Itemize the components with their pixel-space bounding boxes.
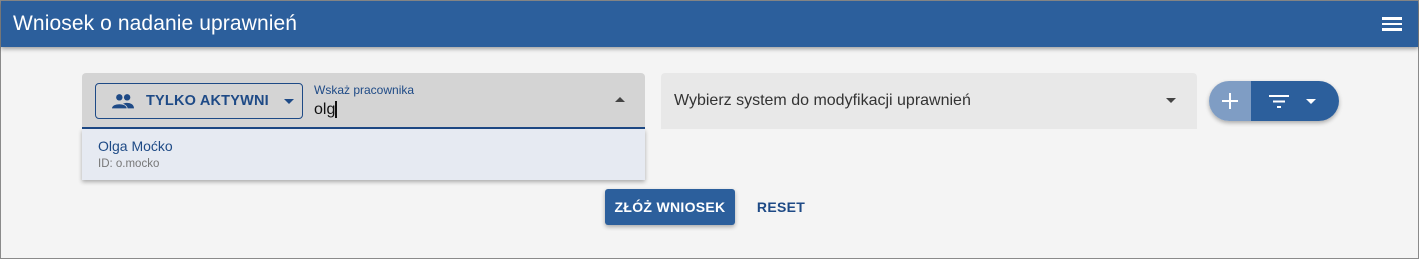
reset-button[interactable]: RESET — [749, 189, 813, 225]
system-select-placeholder: Wybierz system do modyfikacji uprawnień — [674, 92, 971, 109]
page-title: Wniosek o nadanie uprawnień — [13, 12, 298, 35]
submit-request-button[interactable]: ZŁÓŻ WNIOSEK — [605, 189, 735, 225]
chevron-down-icon — [1166, 98, 1176, 103]
action-button-group — [1209, 81, 1339, 121]
hamburger-menu-icon[interactable] — [1382, 14, 1404, 34]
filter-list-icon — [1269, 94, 1289, 108]
employee-option-id: ID: o.mocko — [98, 158, 160, 170]
employee-option-name: Olga Moćko — [98, 138, 173, 154]
plus-icon — [1222, 93, 1238, 109]
chevron-up-icon[interactable] — [615, 97, 625, 102]
employee-field-label: Wskaż pracownika — [314, 83, 415, 97]
employee-option[interactable]: Olga Moćko ID: o.mocko — [82, 129, 645, 180]
text-cursor — [335, 101, 337, 118]
chevron-down-icon — [1306, 98, 1316, 104]
filter-menu-button[interactable] — [1251, 81, 1339, 121]
people-icon — [112, 94, 134, 109]
active-only-label: TYLKO AKTYWNI — [146, 93, 269, 109]
system-select[interactable]: Wybierz system do modyfikacji uprawnień — [661, 73, 1197, 129]
chevron-down-icon — [283, 98, 294, 104]
active-only-toggle-button[interactable]: TYLKO AKTYWNI — [95, 83, 303, 119]
add-button[interactable] — [1209, 81, 1251, 121]
employee-search-input[interactable] — [314, 99, 604, 121]
app-bar: Wniosek o nadanie uprawnień — [1, 1, 1418, 47]
employee-select[interactable]: TYLKO AKTYWNI Wskaż pracownika — [82, 73, 645, 129]
